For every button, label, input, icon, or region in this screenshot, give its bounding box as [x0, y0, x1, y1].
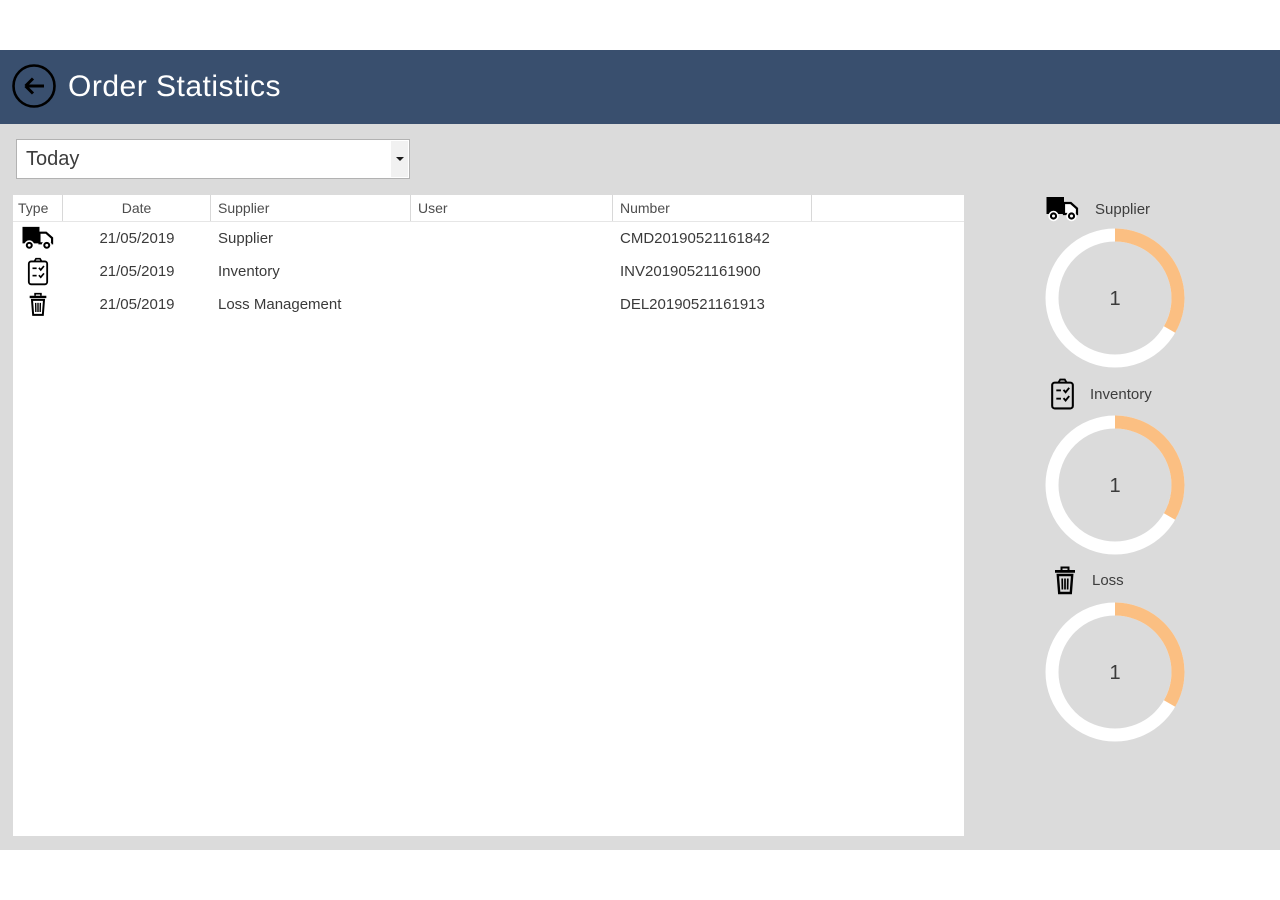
back-arrow-icon — [11, 63, 57, 109]
period-combobox-dropdown-button[interactable] — [391, 141, 408, 177]
table-row[interactable]: 21/05/2019 Loss Management DEL2019052116… — [13, 288, 964, 321]
cell-number: CMD20190521161842 — [613, 230, 812, 247]
gauge-inventory: 1 — [1040, 410, 1190, 560]
gauge-label: Loss — [1092, 572, 1124, 589]
cell-number: INV20190521161900 — [613, 263, 812, 280]
gauge-value: 1 — [1109, 662, 1120, 684]
column-header-date[interactable]: Date — [63, 195, 211, 221]
chevron-down-icon — [396, 157, 404, 161]
gauge-label: Supplier — [1095, 201, 1150, 218]
page-title: Order Statistics — [68, 50, 281, 124]
gauge-supplier: 1 — [1040, 223, 1190, 373]
gauge-label: Inventory — [1090, 386, 1152, 403]
table-row[interactable]: 21/05/2019 Supplier CMD20190521161842 — [13, 222, 964, 255]
gauge-value: 1 — [1109, 475, 1120, 497]
clipboard-icon — [1050, 378, 1075, 410]
period-combobox[interactable]: Today — [16, 139, 410, 179]
back-button[interactable] — [11, 63, 57, 109]
cell-date: 21/05/2019 — [63, 263, 211, 280]
column-header-number[interactable]: Number — [613, 195, 812, 221]
gauge-header-loss: Loss — [1053, 566, 1124, 595]
column-header-user[interactable]: User — [411, 195, 613, 221]
column-header-filler — [812, 195, 964, 221]
cell-supplier: Supplier — [211, 230, 411, 247]
cell-supplier: Loss Management — [211, 296, 411, 313]
truck-icon — [1046, 196, 1080, 223]
cell-supplier: Inventory — [211, 263, 411, 280]
gauge-loss: 1 — [1040, 597, 1190, 747]
titlebar: Order Statistics — [0, 50, 1280, 124]
orders-table: Type Date Supplier User Number — [13, 195, 964, 836]
cell-number: DEL20190521161913 — [613, 296, 812, 313]
trash-icon — [28, 292, 48, 317]
trash-icon — [1053, 566, 1077, 595]
table-row[interactable]: 21/05/2019 Inventory INV20190521161900 — [13, 255, 964, 288]
app-window: Order Statistics Today Type Date Supplie… — [0, 50, 1280, 850]
gauge-header-inventory: Inventory — [1050, 378, 1152, 410]
period-combobox-value: Today — [26, 140, 79, 178]
truck-icon — [22, 226, 55, 252]
clipboard-icon — [27, 257, 49, 286]
column-header-supplier[interactable]: Supplier — [211, 195, 411, 221]
gauge-header-supplier: Supplier — [1046, 196, 1150, 223]
gauge-value: 1 — [1109, 288, 1120, 310]
column-header-type[interactable]: Type — [13, 195, 63, 221]
table-header-row: Type Date Supplier User Number — [13, 195, 964, 222]
cell-date: 21/05/2019 — [63, 230, 211, 247]
cell-date: 21/05/2019 — [63, 296, 211, 313]
